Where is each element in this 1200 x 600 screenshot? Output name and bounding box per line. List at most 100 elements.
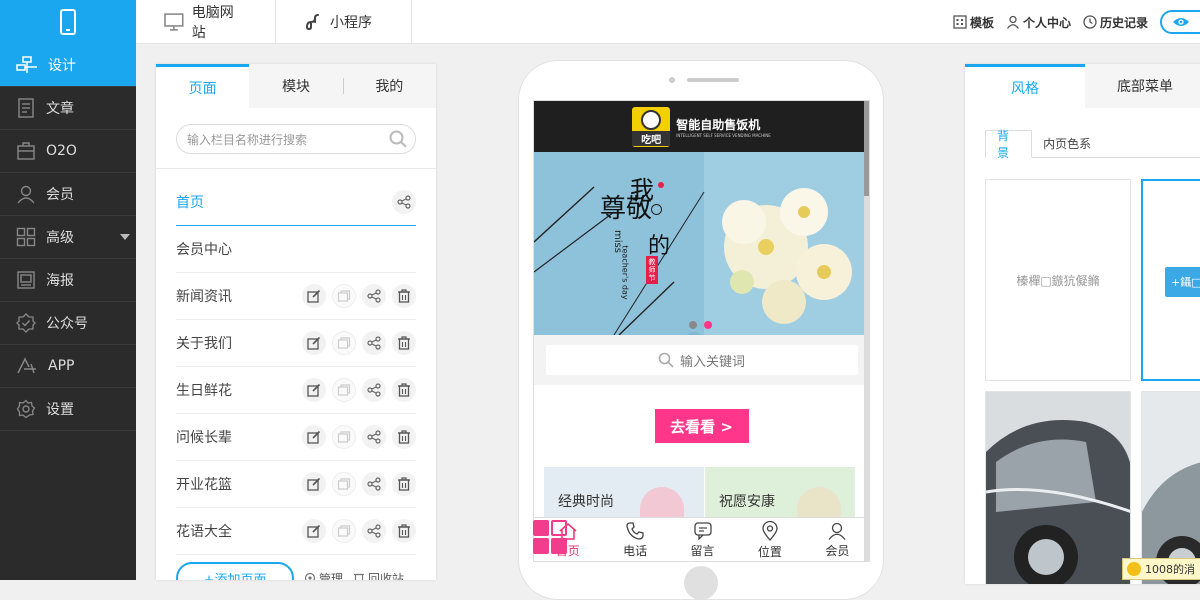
share-button[interactable] (362, 472, 386, 496)
share-button[interactable] (362, 378, 386, 402)
custom-background-button[interactable]: +鑷□ (1165, 267, 1200, 297)
sidebar-item-advanced[interactable]: 高级 (0, 216, 136, 259)
trash-icon (398, 289, 410, 303)
subtab-background[interactable]: 背景 (985, 129, 1033, 160)
share-button[interactable] (392, 190, 416, 214)
bottom-nav-location[interactable]: 位置 (736, 518, 803, 561)
sidebar-item-design[interactable]: 设计 (0, 44, 136, 87)
background-option-image[interactable] (1141, 391, 1200, 584)
mobile-logo[interactable] (0, 0, 136, 44)
bottom-nav-label: 电话 (623, 544, 648, 558)
tab-mine[interactable]: 我的 (342, 64, 436, 108)
share-button[interactable] (362, 425, 386, 449)
site-header[interactable]: 吃吧 智能自助售饭机 INTELLIGENT SELF SERVICE VEND… (534, 101, 869, 152)
edit-button[interactable] (302, 284, 326, 308)
poster-icon (17, 271, 35, 289)
tab-bottom-menu[interactable]: 底部菜单 (1085, 64, 1200, 108)
clock-icon (1083, 15, 1097, 29)
page-row-member-center[interactable]: 会员中心 (176, 226, 416, 273)
cta-section: 去看看 > (534, 385, 869, 467)
edit-button[interactable] (302, 519, 326, 543)
sidebar-item-wechat-account[interactable]: 公众号 (0, 302, 136, 345)
delete-button[interactable] (392, 284, 416, 308)
bottom-nav-message[interactable]: 留言 (669, 518, 736, 561)
screen-scrollbar[interactable] (864, 101, 869, 561)
delete-button[interactable] (392, 425, 416, 449)
sidebar-item-article[interactable]: 文章 (0, 87, 136, 130)
bottom-nav-member[interactable]: 会员 (804, 518, 869, 561)
copy-button[interactable] (332, 331, 356, 355)
user-icon (1006, 15, 1019, 29)
copy-button[interactable] (332, 519, 356, 543)
copy-button[interactable] (332, 284, 356, 308)
history-button[interactable]: 历史记录 (1083, 14, 1148, 31)
notification-toast[interactable]: 1008的消 (1122, 558, 1200, 580)
sidebar-item-app[interactable]: APP (0, 345, 136, 388)
edit-button[interactable] (302, 425, 326, 449)
bottom-nav-label: 位置 (757, 545, 782, 559)
copy-button[interactable] (332, 425, 356, 449)
tab-pc-site[interactable]: 电脑网站 (136, 0, 276, 44)
bottom-nav-phone[interactable]: 电话 (601, 518, 668, 561)
copy-button[interactable] (332, 378, 356, 402)
page-row[interactable]: 生日鲜花 (176, 367, 416, 414)
settings-icon (16, 399, 36, 419)
recycle-bin-button[interactable]: 回收站 (353, 570, 404, 580)
brand-subtitle: INTELLIGENT SELF SERVICE VENDING MACHINE (676, 132, 771, 138)
delete-button[interactable] (392, 472, 416, 496)
delete-button[interactable] (392, 519, 416, 543)
background-option-custom[interactable]: +鑷□ (1141, 179, 1200, 381)
template-button[interactable]: 模板 (953, 14, 994, 31)
background-option-none[interactable]: 榛樿□鏃犺儗鏅 (985, 179, 1131, 381)
delete-button[interactable] (392, 378, 416, 402)
tab-mini-program[interactable]: 小程序 (276, 0, 412, 44)
share-button[interactable] (362, 331, 386, 355)
edit-button[interactable] (302, 378, 326, 402)
go-see-button[interactable]: 去看看 > (654, 409, 749, 443)
share-button[interactable] (362, 284, 386, 308)
eye-icon (1173, 18, 1189, 26)
tab-pages[interactable]: 页面 (156, 64, 250, 108)
user-center-button[interactable]: 个人中心 (1006, 14, 1071, 31)
phone-screen[interactable]: 吃吧 智能自助售饭机 INTELLIGENT SELF SERVICE VEND… (533, 100, 870, 562)
copy-icon (337, 431, 351, 443)
page-row[interactable]: 开业花篮 (176, 461, 416, 508)
edit-button[interactable] (302, 472, 326, 496)
sidebar-item-o2o[interactable]: O2O (0, 130, 136, 173)
handle-square (551, 538, 567, 554)
keyword-search-input[interactable]: 输入关键词 (545, 345, 858, 375)
page-row-home[interactable]: 首页 (176, 179, 416, 226)
share-icon (367, 430, 381, 444)
hero-banner[interactable]: 我 尊敬 的 miss teacher's day 教师节 (534, 152, 869, 335)
page-row[interactable]: 问候长辈 (176, 414, 416, 461)
sidebar-item-label: O2O (46, 143, 77, 159)
gear-icon (304, 572, 316, 580)
sidebar-item-member[interactable]: 会员 (0, 173, 136, 216)
module-drag-handle[interactable] (533, 520, 567, 554)
edit-button[interactable] (302, 331, 326, 355)
divider (156, 168, 436, 169)
page-search-input[interactable]: 输入栏目名称进行搜索 (176, 124, 416, 154)
add-page-button[interactable]: +添加页面 (176, 562, 294, 580)
share-button[interactable] (362, 519, 386, 543)
tab-style[interactable]: 风格 (965, 64, 1085, 108)
scrollbar-thumb[interactable] (864, 101, 869, 196)
page-row[interactable]: 花语大全 (176, 508, 416, 555)
search-icon[interactable] (389, 130, 407, 148)
edit-icon (307, 289, 321, 303)
preview-button[interactable] (1160, 10, 1200, 34)
delete-button[interactable] (392, 331, 416, 355)
subtab-inner-color[interactable]: 内页色系 (1032, 130, 1200, 158)
sidebar-item-settings[interactable]: 设置 (0, 388, 136, 431)
background-option-image[interactable] (985, 391, 1131, 584)
style-panel-tabs: 风格 底部菜单 (965, 64, 1200, 108)
page-row[interactable]: 关于我们 (176, 320, 416, 367)
page-name: 开业花篮 (176, 477, 232, 493)
trash-icon (398, 336, 410, 350)
manage-button[interactable]: 管理 (304, 570, 343, 580)
copy-button[interactable] (332, 472, 356, 496)
tab-modules[interactable]: 模块 (249, 64, 342, 108)
copy-icon (337, 478, 351, 490)
page-row[interactable]: 新闻资讯 (176, 273, 416, 320)
sidebar-item-poster[interactable]: 海报 (0, 259, 136, 302)
